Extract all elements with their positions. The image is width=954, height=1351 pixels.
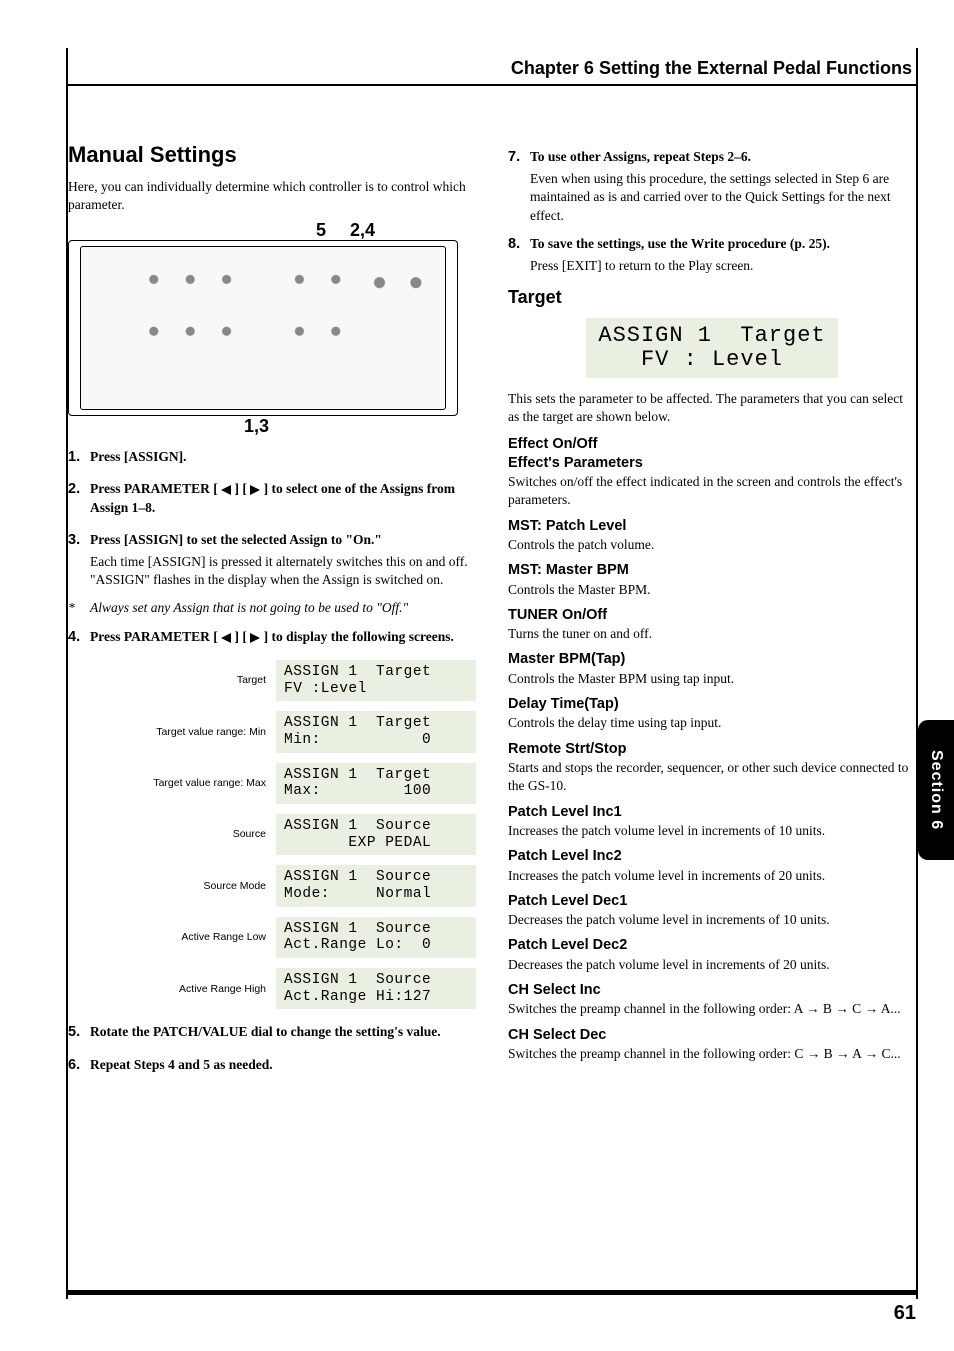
target-item-body: Controls the delay time using tap input. — [508, 714, 916, 732]
lcd-screen-row: Active Range Low ASSIGN 1 Source Act.Rang… — [68, 917, 476, 958]
lcd-display: ASSIGN 1 Source EXP PEDAL — [276, 814, 476, 855]
lcd-screens-list: Target ASSIGN 1 Target FV :Level Target va… — [68, 660, 476, 1009]
step-5: 5. Rotate the PATCH/VALUE dial to change… — [68, 1023, 476, 1045]
target-item-heading: Delay Time(Tap) — [508, 696, 916, 713]
figure-callout-24: 2,4 — [350, 218, 375, 242]
page-number: 61 — [894, 1300, 916, 1327]
target-item-body: Starts and stops the recorder, sequencer… — [508, 759, 916, 795]
device-figure: 5 2,4 1,3 — [68, 224, 458, 434]
lcd-display: ASSIGN 1 Target Min: 0 — [276, 711, 476, 752]
lcd-display: ASSIGN 1 Target FV :Level — [276, 660, 476, 701]
target-item-body: Decreases the patch volume level in incr… — [508, 956, 916, 974]
lcd-screen-label: Target value range: Max — [153, 776, 266, 790]
figure-callout-13: 1,3 — [244, 414, 269, 438]
lcd-screen-row: Target ASSIGN 1 Target FV :Level — [68, 660, 476, 701]
target-item-heading: TUNER On/Off — [508, 607, 916, 624]
lcd-screen-label: Source — [233, 827, 266, 841]
target-item-heading: MST: Master BPM — [508, 562, 916, 579]
target-heading: Target — [508, 285, 916, 309]
target-intro: This sets the parameter to be affected. … — [508, 390, 916, 426]
lcd-screen-label: Target — [237, 673, 266, 687]
left-column: Manual Settings Here, you can individual… — [68, 140, 476, 1088]
triangle-left-icon — [221, 633, 231, 643]
target-item-heading: Patch Level Dec1 — [508, 893, 916, 910]
target-item-heading: Master BPM(Tap) — [508, 651, 916, 668]
target-item-body: Turns the tuner on and off. — [508, 625, 916, 643]
target-item-body: Controls the patch volume. — [508, 536, 916, 554]
lcd-screen-label: Target value range: Min — [156, 725, 266, 739]
target-item-heading: Patch Level Inc2 — [508, 848, 916, 865]
figure-callout-5: 5 — [316, 218, 326, 242]
target-item-body: Controls the Master BPM. — [508, 581, 916, 599]
step-2: 2. Press PARAMETER [ ] [ ] to select one… — [68, 480, 476, 520]
step-3: 3. Press [ASSIGN] to set the selected As… — [68, 531, 476, 590]
right-steps: 7. To use other Assigns, repeat Steps 2–… — [508, 148, 916, 275]
target-item-heading: Patch Level Inc1 — [508, 804, 916, 821]
left-steps-56: 5. Rotate the PATCH/VALUE dial to change… — [68, 1023, 476, 1077]
lcd-screen-label: Active Range Low — [181, 930, 266, 944]
step-4: 4. Press PARAMETER [ ] [ ] to display th… — [68, 628, 476, 650]
target-item-heading: Patch Level Dec2 — [508, 937, 916, 954]
target-item-body: Decreases the patch volume level in incr… — [508, 911, 916, 929]
section-side-tab: Section 6 — [918, 720, 954, 860]
lcd-screen-row: Active Range High ASSIGN 1 Source Act.Ran… — [68, 968, 476, 1009]
effect-body: Switches on/off the effect indicated in … — [508, 473, 916, 509]
target-item-heading: CH Select Dec — [508, 1027, 916, 1044]
left-steps: 1. Press [ASSIGN]. 2. Press PARAMETER [ … — [68, 448, 476, 589]
bottom-rule — [68, 1290, 916, 1295]
step-8: 8. To save the settings, use the Write p… — [508, 235, 916, 275]
target-item-heading: Remote Strt/Stop — [508, 741, 916, 758]
triangle-right-icon — [250, 485, 260, 495]
lcd-screen-row: Target value range: Min ASSIGN 1 Target M… — [68, 711, 476, 752]
assign-off-note: * Always set any Assign that is not goin… — [68, 599, 476, 617]
step-7: 7. To use other Assigns, repeat Steps 2–… — [508, 148, 916, 225]
target-lcd: ASSIGN 1 Target FV : Level — [586, 318, 837, 378]
step-1: 1. Press [ASSIGN]. — [68, 448, 476, 470]
target-item-body: Increases the patch volume level in incr… — [508, 822, 916, 840]
effects-parameters-heading: Effect's Parameters — [508, 455, 916, 472]
lcd-screen-label: Source Mode — [204, 879, 266, 893]
target-items-list: MST: Patch LevelControls the patch volum… — [508, 518, 916, 1064]
left-steps-continued: 4. Press PARAMETER [ ] [ ] to display th… — [68, 628, 476, 650]
lcd-display: ASSIGN 1 Target Max: 100 — [276, 763, 476, 804]
right-column: 7. To use other Assigns, repeat Steps 2–… — [508, 140, 916, 1088]
lcd-display: ASSIGN 1 Source Act.Range Lo: 0 — [276, 917, 476, 958]
lcd-screen-row: Target value range: Max ASSIGN 1 Target M… — [68, 763, 476, 804]
manual-settings-heading: Manual Settings — [68, 140, 476, 170]
manual-settings-intro: Here, you can individually determine whi… — [68, 178, 476, 214]
target-item-body: Controls the Master BPM using tap input. — [508, 670, 916, 688]
lcd-display: ASSIGN 1 Source Act.Range Hi:127 — [276, 968, 476, 1009]
lcd-screen-row: Source ASSIGN 1 Source EXP PEDAL — [68, 814, 476, 855]
lcd-screen-row: Source Mode ASSIGN 1 Source Mode: Normal — [68, 865, 476, 906]
step-6: 6. Repeat Steps 4 and 5 as needed. — [68, 1056, 476, 1078]
triangle-right-icon — [250, 633, 260, 643]
effect-onoff-heading: Effect On/Off — [508, 436, 916, 453]
lcd-screen-label: Active Range High — [179, 982, 266, 996]
target-item-heading: MST: Patch Level — [508, 518, 916, 535]
lcd-display: ASSIGN 1 Source Mode: Normal — [276, 865, 476, 906]
target-item-body: Switches the preamp channel in the follo… — [508, 1045, 916, 1063]
triangle-left-icon — [221, 485, 231, 495]
target-item-body: Switches the preamp channel in the follo… — [508, 1000, 916, 1018]
target-item-heading: CH Select Inc — [508, 982, 916, 999]
target-item-body: Increases the patch volume level in incr… — [508, 867, 916, 885]
